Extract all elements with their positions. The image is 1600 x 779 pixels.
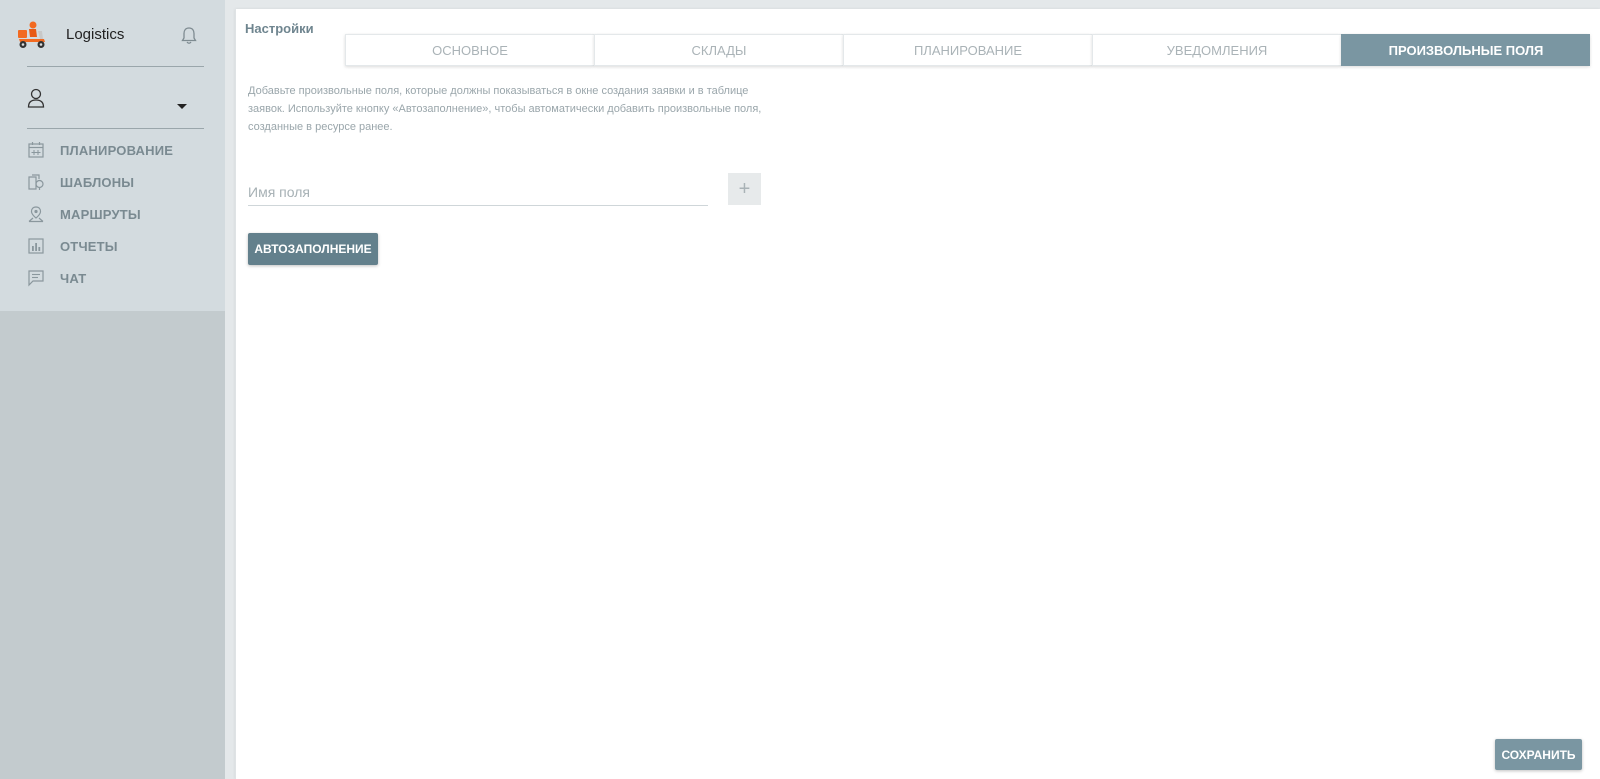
- sidebar-nav: ПЛАНИРОВАНИЕ ШАБЛОНЫ МАРШРУТЫ ОТЧЕТЫ ЧАТ: [27, 134, 217, 294]
- calendar-icon: [28, 142, 44, 158]
- templates-icon: [28, 174, 44, 190]
- sidebar-item-planning[interactable]: ПЛАНИРОВАНИЕ: [27, 134, 217, 166]
- sidebar-item-reports[interactable]: ОТЧЕТЫ: [27, 230, 217, 262]
- tab-warehouses[interactable]: СКЛАДЫ: [594, 34, 843, 66]
- autofill-button[interactable]: АВТОЗАПОЛНЕНИЕ: [248, 233, 378, 265]
- sidebar-item-templates[interactable]: ШАБЛОНЫ: [27, 166, 217, 198]
- tab-general[interactable]: ОСНОВНОЕ: [345, 34, 594, 66]
- sidebar-item-routes[interactable]: МАРШРУТЫ: [27, 198, 217, 230]
- settings-panel: Настройки ОСНОВНОЕ СКЛАДЫ ПЛАНИРОВАНИЕ У…: [235, 9, 1600, 779]
- add-field-button[interactable]: +: [728, 173, 761, 205]
- tab-notifications[interactable]: УВЕДОМЛЕНИЯ: [1092, 34, 1341, 66]
- settings-tabs: ОСНОВНОЕ СКЛАДЫ ПЛАНИРОВАНИЕ УВЕДОМЛЕНИЯ…: [345, 34, 1590, 66]
- sidebar-item-label: ПЛАНИРОВАНИЕ: [60, 142, 174, 158]
- chat-icon: [28, 270, 44, 287]
- page-title: Настройки: [245, 21, 314, 36]
- app-name: Logistics: [66, 26, 125, 43]
- sidebar-panel: Logistics ПЛАНИРОВАНИЕ ШАБЛОНЫ МАРШРУТЫ …: [0, 0, 225, 311]
- user-icon[interactable]: [27, 88, 45, 108]
- save-button[interactable]: СОХРАНИТЬ: [1495, 739, 1582, 770]
- tab-custom-fields[interactable]: ПРОИЗВОЛЬНЫЕ ПОЛЯ: [1341, 34, 1590, 66]
- sidebar-item-label: МАРШРУТЫ: [60, 206, 141, 222]
- field-name-input[interactable]: [248, 179, 708, 206]
- delivery-scooter-logo: [18, 21, 45, 48]
- route-pin-icon: [28, 206, 44, 223]
- sidebar-divider: [27, 128, 204, 129]
- sidebar-item-label: ШАБЛОНЫ: [60, 174, 135, 190]
- tab-planning[interactable]: ПЛАНИРОВАНИЕ: [843, 34, 1092, 66]
- user-menu-dropdown-icon[interactable]: [177, 104, 187, 109]
- sidebar-item-label: ЧАТ: [60, 270, 87, 286]
- bell-icon[interactable]: [180, 26, 198, 46]
- bar-chart-icon: [28, 238, 44, 254]
- sidebar: Logistics ПЛАНИРОВАНИЕ ШАБЛОНЫ МАРШРУТЫ …: [0, 0, 225, 779]
- custom-fields-description: Добавьте произвольные поля, которые долж…: [248, 85, 762, 133]
- sidebar-divider: [27, 66, 204, 67]
- sidebar-item-chat[interactable]: ЧАТ: [27, 262, 217, 294]
- sidebar-item-label: ОТЧЕТЫ: [60, 238, 118, 254]
